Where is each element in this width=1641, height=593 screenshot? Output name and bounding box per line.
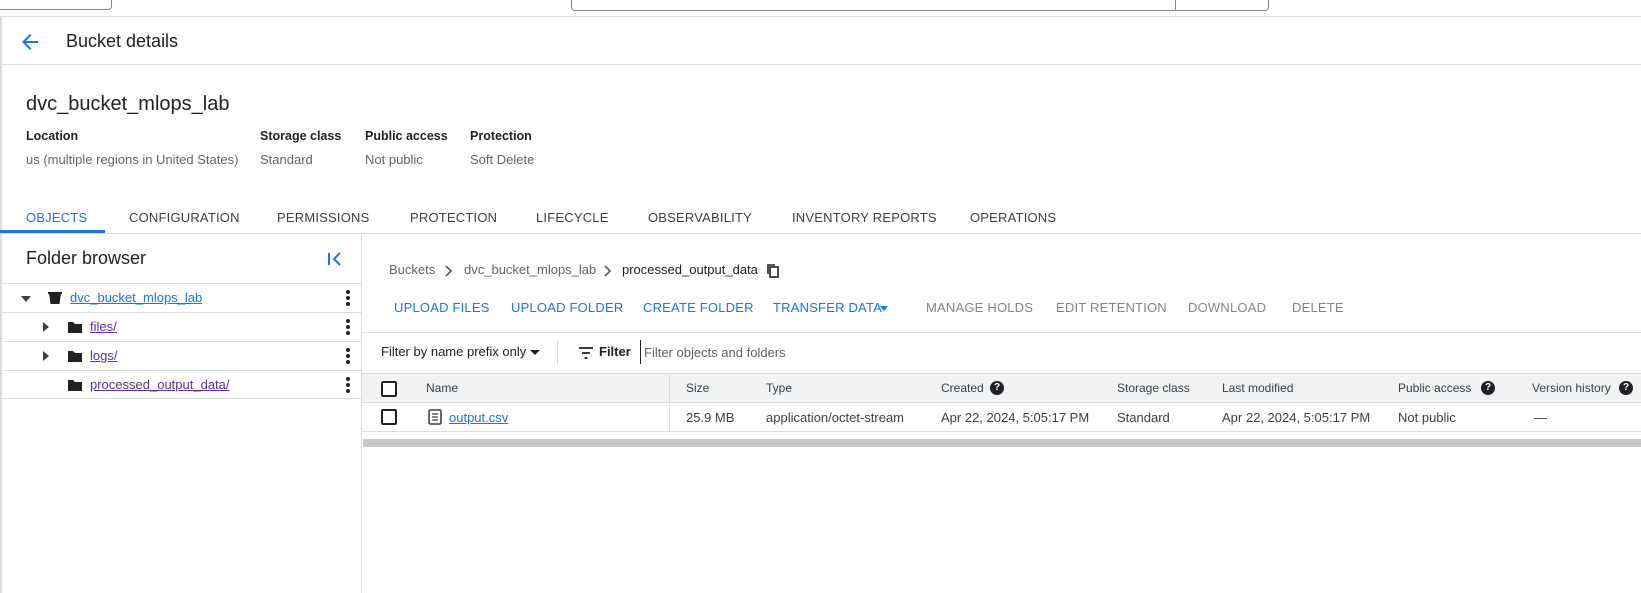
filter-mode-select[interactable]: Filter by name prefix only — [381, 344, 526, 359]
collapse-panel-icon[interactable] — [326, 250, 344, 268]
row-checkbox[interactable] — [381, 409, 397, 425]
tab-inventory-reports[interactable]: INVENTORY REPORTS — [792, 196, 937, 233]
filter-separator — [557, 341, 558, 365]
storage-class-value: Standard — [260, 152, 313, 167]
column-header-size[interactable]: Size — [686, 381, 709, 395]
horizontal-scrollbar[interactable] — [363, 439, 1641, 447]
protection-label: Protection — [470, 129, 532, 143]
object-created: Apr 22, 2024, 5:05:17 PM — [941, 410, 1090, 425]
download-button[interactable]: DOWNLOAD — [1188, 300, 1266, 315]
delete-button[interactable]: DELETE — [1292, 300, 1344, 315]
tree-row-logs[interactable] — [2, 341, 361, 370]
public-access-value: Not public — [365, 152, 423, 167]
object-version-history: — — [1534, 410, 1547, 425]
location-label: Location — [26, 129, 79, 143]
upload-folder-button[interactable]: UPLOAD FOLDER — [511, 300, 623, 315]
object-last-modified: Apr 22, 2024, 5:05:17 PM — [1222, 410, 1371, 425]
object-storage-class: Standard — [1117, 410, 1170, 425]
object-size: 25.9 MB — [686, 410, 735, 425]
folder-icon — [67, 377, 83, 393]
chevron-right-icon — [441, 264, 455, 278]
tree-link-bucket[interactable]: dvc_bucket_mlops_lab — [70, 290, 202, 305]
column-header-public-access[interactable]: Public access — [1398, 381, 1471, 395]
folder-icon — [67, 348, 83, 364]
page-header — [2, 17, 1641, 65]
create-folder-button[interactable]: CREATE FOLDER — [643, 300, 754, 315]
more-vert-icon[interactable] — [345, 318, 351, 336]
dropdown-arrow-icon[interactable] — [530, 350, 540, 355]
tab-protection[interactable]: PROTECTION — [410, 196, 497, 233]
tab-bar: OBJECTS CONFIGURATION PERMISSIONS PROTEC… — [2, 196, 1641, 234]
tab-permissions[interactable]: PERMISSIONS — [277, 196, 370, 233]
select-all-checkbox[interactable] — [381, 381, 397, 397]
manage-holds-button[interactable]: MANAGE HOLDS — [926, 300, 1033, 315]
folder-browser-title: Folder browser — [26, 248, 147, 268]
tab-operations[interactable]: OPERATIONS — [970, 196, 1056, 233]
tree-link-processed-output-data[interactable]: processed_output_data/ — [90, 377, 230, 392]
more-vert-icon[interactable] — [345, 376, 351, 394]
folder-icon — [67, 319, 83, 335]
bucket-name-heading: dvc_bucket_mlops_lab — [26, 93, 230, 115]
help-icon[interactable]: ? — [1619, 381, 1633, 395]
column-header-last-modified[interactable]: Last modified — [1222, 381, 1293, 395]
transfer-data-button[interactable]: TRANSFER DATA — [773, 300, 882, 315]
copy-icon[interactable] — [765, 263, 781, 279]
help-icon[interactable]: ? — [990, 381, 1004, 395]
tree-link-logs[interactable]: logs/ — [90, 348, 117, 363]
back-arrow-icon[interactable] — [18, 30, 42, 54]
help-icon[interactable]: ? — [1481, 381, 1495, 395]
caret-right-icon[interactable] — [40, 320, 52, 332]
search-divider — [1175, 0, 1176, 10]
column-header-storage-class[interactable]: Storage class — [1117, 381, 1190, 395]
more-vert-icon[interactable] — [345, 289, 351, 307]
column-header-name[interactable]: Name — [426, 381, 458, 395]
dropdown-arrow-icon[interactable] — [880, 306, 888, 311]
chevron-right-icon — [600, 264, 614, 278]
global-search-box[interactable] — [571, 0, 1269, 11]
object-name-link[interactable]: output.csv — [449, 410, 508, 425]
column-header-created[interactable]: Created — [941, 381, 984, 395]
column-header-version-history[interactable]: Version history — [1532, 381, 1611, 395]
tab-lifecycle[interactable]: LIFECYCLE — [536, 196, 609, 233]
object-public-access: Not public — [1398, 410, 1456, 425]
caret-down-icon[interactable] — [20, 292, 32, 304]
caret-right-icon[interactable] — [40, 349, 52, 361]
location-value: us (multiple regions in United States) — [26, 152, 239, 167]
file-icon — [428, 409, 442, 425]
toolbar-divider — [362, 332, 1641, 333]
filter-label: Filter — [599, 344, 631, 359]
tab-objects[interactable]: OBJECTS — [26, 196, 87, 233]
breadcrumb-bucket[interactable]: dvc_bucket_mlops_lab — [464, 262, 596, 277]
filter-list-icon — [578, 346, 594, 360]
storage-class-label: Storage class — [260, 129, 342, 143]
column-header-type[interactable]: Type — [766, 381, 792, 395]
edit-retention-button[interactable]: EDIT RETENTION — [1056, 300, 1167, 315]
filter-input[interactable] — [640, 340, 1540, 364]
public-access-label: Public access — [365, 129, 448, 143]
tree-link-files[interactable]: files/ — [90, 319, 117, 334]
object-type: application/octet-stream — [766, 410, 905, 425]
upload-files-button[interactable]: UPLOAD FILES — [394, 300, 490, 315]
top-left-control[interactable] — [0, 0, 112, 10]
bucket-icon — [47, 290, 63, 306]
tab-configuration[interactable]: CONFIGURATION — [129, 196, 240, 233]
tab-observability[interactable]: OBSERVABILITY — [648, 196, 752, 233]
active-tab-indicator — [0, 230, 105, 233]
tree-row-files[interactable] — [2, 312, 361, 341]
breadcrumb-current-folder: processed_output_data — [622, 262, 758, 277]
breadcrumb-buckets[interactable]: Buckets — [389, 262, 435, 277]
protection-value: Soft Delete — [470, 152, 535, 167]
page-title: Bucket details — [66, 31, 179, 51]
more-vert-icon[interactable] — [345, 347, 351, 365]
